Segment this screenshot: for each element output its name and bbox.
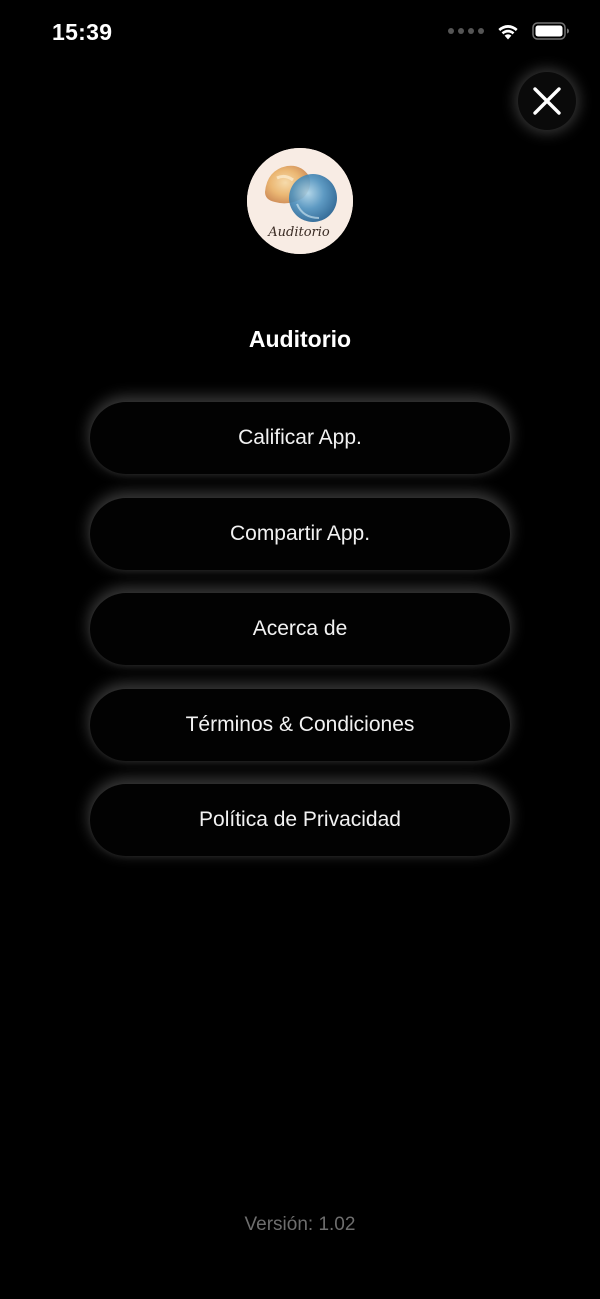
app-title: Auditorio — [248, 326, 352, 352]
status-time: 15:39 — [52, 19, 113, 45]
signal-dots-icon — [448, 28, 484, 34]
privacy-policy-button[interactable]: Política de Privacidad — [90, 784, 510, 856]
wifi-icon — [498, 25, 518, 40]
close-button[interactable] — [518, 72, 576, 130]
logo-text: Auditorio — [267, 225, 330, 240]
menu-list: Calificar App. Compartir App. Acerca de … — [90, 402, 510, 880]
rate-app-button[interactable]: Calificar App. — [90, 402, 510, 474]
status-icons — [448, 22, 570, 40]
status-bar: 15:39 — [0, 0, 600, 66]
app-logo: Auditorio — [247, 148, 353, 254]
battery-icon — [532, 22, 569, 40]
terms-button[interactable]: Términos & Condiciones — [90, 688, 510, 761]
close-icon — [533, 87, 561, 115]
logo-script-text: Auditorio — [267, 225, 330, 240]
version-label: Versión: 1.02 — [244, 1214, 356, 1235]
about-button[interactable]: Acerca de — [90, 593, 510, 665]
share-app-button[interactable]: Compartir App. — [90, 497, 510, 570]
